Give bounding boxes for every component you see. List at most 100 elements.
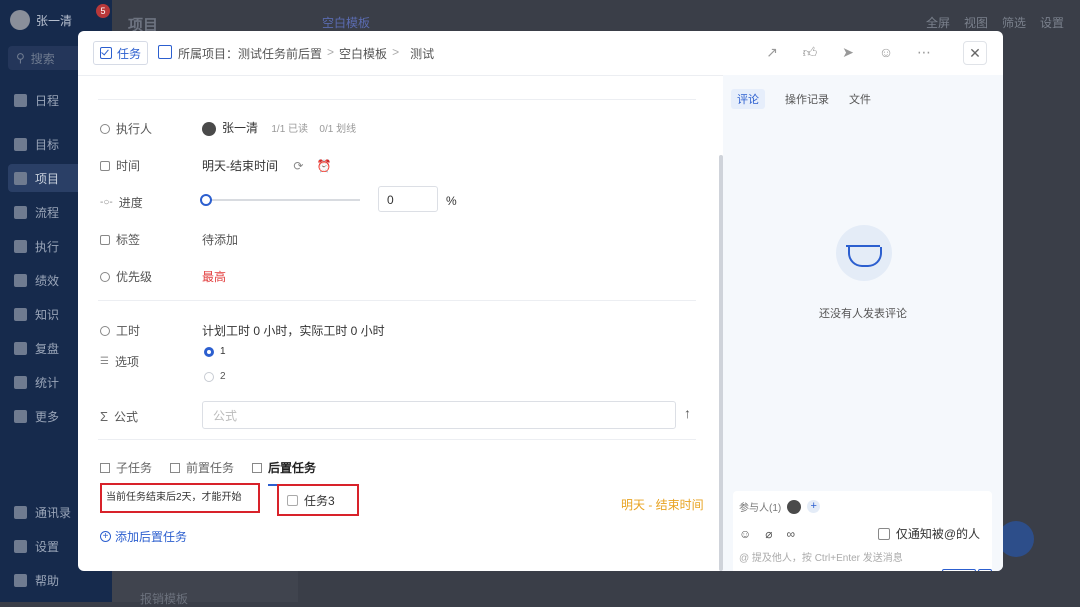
breadcrumb-project[interactable]: 测试任务前后置: [238, 45, 322, 62]
empty-comments-text: 还没有人发表评论: [819, 308, 907, 320]
participants: 参与人(1) +: [739, 499, 821, 514]
view-button[interactable]: 视图: [964, 14, 988, 31]
help-icon: [14, 573, 27, 587]
tags-label: 标签: [100, 231, 140, 248]
time-label: 时间: [100, 157, 140, 174]
tab-activity-log[interactable]: 操作记录: [785, 89, 829, 109]
successor-date-range[interactable]: 明天 - 结束时间: [621, 496, 704, 513]
divider: [98, 99, 696, 100]
share-icon[interactable]: ↗: [763, 43, 781, 61]
sigma-icon: Σ: [100, 409, 109, 424]
add-participant-button[interactable]: +: [807, 500, 821, 513]
template-selector[interactable]: 空白模板: [322, 14, 370, 31]
more-icon[interactable]: ⋯: [915, 43, 933, 61]
option-label-2: 2: [220, 371, 226, 382]
calendar-icon: [14, 93, 27, 107]
like-icon[interactable]: 👍︎: [801, 43, 819, 61]
emoji-icon[interactable]: ☺: [739, 527, 751, 541]
task-detail-panel: 执行人 张一清 1/1 已读 0/1 划线 时间 明天-结束时间 ⟳ ⏰ -○-…: [78, 75, 718, 571]
avatar: [10, 10, 30, 30]
option-radio-2[interactable]: [204, 372, 214, 382]
progress-icon: -○-: [100, 197, 113, 208]
send-button[interactable]: 发送: [942, 569, 976, 571]
successor-task[interactable]: 任务3: [277, 484, 359, 516]
search-icon: ⚲: [16, 51, 25, 65]
tab-files[interactable]: 文件: [849, 89, 871, 109]
performance-icon: [14, 273, 27, 287]
option-label-1: 1: [220, 346, 226, 357]
breadcrumb-prefix: 所属项目：: [178, 47, 239, 61]
work-hours-value[interactable]: 计划工时 0 小时，实际工时 0 小时: [202, 322, 385, 339]
alarm-icon[interactable]: ⏰: [317, 159, 332, 173]
avatar: [787, 499, 802, 514]
link-icon[interactable]: ∞: [787, 527, 796, 541]
options-label: ☰ 选项: [100, 355, 139, 369]
breadcrumb-template[interactable]: 空白模板: [339, 45, 387, 62]
repeat-icon[interactable]: ⟳: [293, 159, 303, 173]
tab-predecessors[interactable]: 前置任务: [170, 459, 234, 482]
formula-label: Σ 公式: [100, 409, 139, 424]
contacts-icon: [14, 505, 27, 519]
notification-badge[interactable]: 5: [96, 4, 110, 18]
filter-button[interactable]: 筛选: [1002, 14, 1026, 31]
stats-icon: [14, 375, 27, 389]
attachment-icon[interactable]: ⌀: [765, 527, 772, 541]
chevron-down-icon[interactable]: ▾: [978, 569, 992, 571]
breadcrumb: 所属项目： 测试任务前后置 > 空白模板 > 测试: [178, 45, 434, 62]
fullscreen-button[interactable]: 全屏: [926, 14, 950, 31]
assignee-value[interactable]: 张一清 1/1 已读 0/1 划线: [202, 119, 356, 136]
work-hours-label: 工时: [100, 322, 140, 339]
empty-cup-icon: [836, 225, 892, 281]
user-icon[interactable]: ☺: [877, 43, 895, 61]
priority-label: 优先级: [100, 268, 152, 285]
comments-panel: 评论 操作记录 文件 还没有人发表评论 参与人(1) + ☺ ⌀ ∞ 仅通知被@…: [723, 75, 1003, 571]
tab-subtasks[interactable]: 子任务: [100, 459, 152, 482]
breadcrumb-separator: >: [392, 45, 400, 59]
formula-input[interactable]: 公式: [202, 401, 676, 429]
time-value[interactable]: 明天-结束时间 ⟳ ⏰: [202, 157, 332, 174]
crossed-status: 0/1 划线: [319, 124, 357, 135]
progress-slider-handle[interactable]: [200, 194, 212, 206]
task-checkbox[interactable]: [287, 494, 298, 506]
option-radio-1[interactable]: [204, 347, 214, 357]
modal-header: 任务 所属项目： 测试任务前后置 > 空白模板 > 测试 ↗ 👍︎ ➤ ☺ ⋯ …: [78, 31, 1003, 76]
review-icon: [14, 341, 27, 355]
user-profile[interactable]: 张一清: [10, 10, 72, 30]
list-item[interactable]: 报销模板: [140, 590, 188, 607]
header-actions: ↗ 👍︎ ➤ ☺ ⋯: [763, 43, 933, 61]
task-type-tag[interactable]: 任务: [93, 41, 149, 65]
comment-tabs: 评论 操作记录 文件: [731, 89, 871, 109]
read-status: 1/1 已读: [271, 124, 309, 135]
bulb-icon: [100, 271, 110, 282]
comment-input[interactable]: @ 提及他人，按 Ctrl+Enter 发送消息: [739, 549, 903, 564]
tags-value[interactable]: 待添加: [202, 231, 238, 248]
progress-input[interactable]: 0: [378, 186, 438, 212]
task-detail-modal: 任务 所属项目： 测试任务前后置 > 空白模板 > 测试 ↗ 👍︎ ➤ ☺ ⋯ …: [78, 31, 1003, 571]
avatar: [202, 121, 216, 136]
progress-slider-track[interactable]: [204, 199, 360, 201]
progress-label: -○- 进度: [100, 196, 143, 210]
add-successor-button[interactable]: + 添加后置任务: [100, 528, 187, 545]
priority-value[interactable]: 最高: [202, 268, 226, 285]
floating-help-button[interactable]: [998, 521, 1034, 557]
tab-successors[interactable]: 后置任务: [252, 459, 321, 486]
checklist-icon: ☰: [100, 356, 109, 367]
breadcrumb-separator: >: [327, 45, 335, 59]
close-button[interactable]: ✕: [963, 41, 987, 65]
assignee-label: 执行人: [100, 120, 152, 137]
settings-button[interactable]: 设置: [1040, 14, 1064, 31]
user-icon: [100, 123, 110, 134]
notify-checkbox[interactable]: [877, 527, 890, 540]
notify-mentioned-only[interactable]: 仅通知被@的人: [877, 525, 980, 542]
progress-unit: %: [446, 194, 457, 208]
bookmark-icon: [100, 234, 110, 245]
send-icon[interactable]: ➤: [839, 43, 857, 61]
user-name: 张一清: [36, 13, 73, 28]
arrow-up-icon[interactable]: ↑: [684, 405, 691, 421]
clock-icon: [100, 325, 110, 336]
tab-comments[interactable]: 评论: [731, 89, 765, 109]
calendar-icon: [100, 160, 110, 171]
project-icon: [158, 45, 172, 59]
successor-condition[interactable]: 当前任务结束后2天，才能开始: [100, 483, 260, 513]
execute-icon: [14, 239, 27, 253]
